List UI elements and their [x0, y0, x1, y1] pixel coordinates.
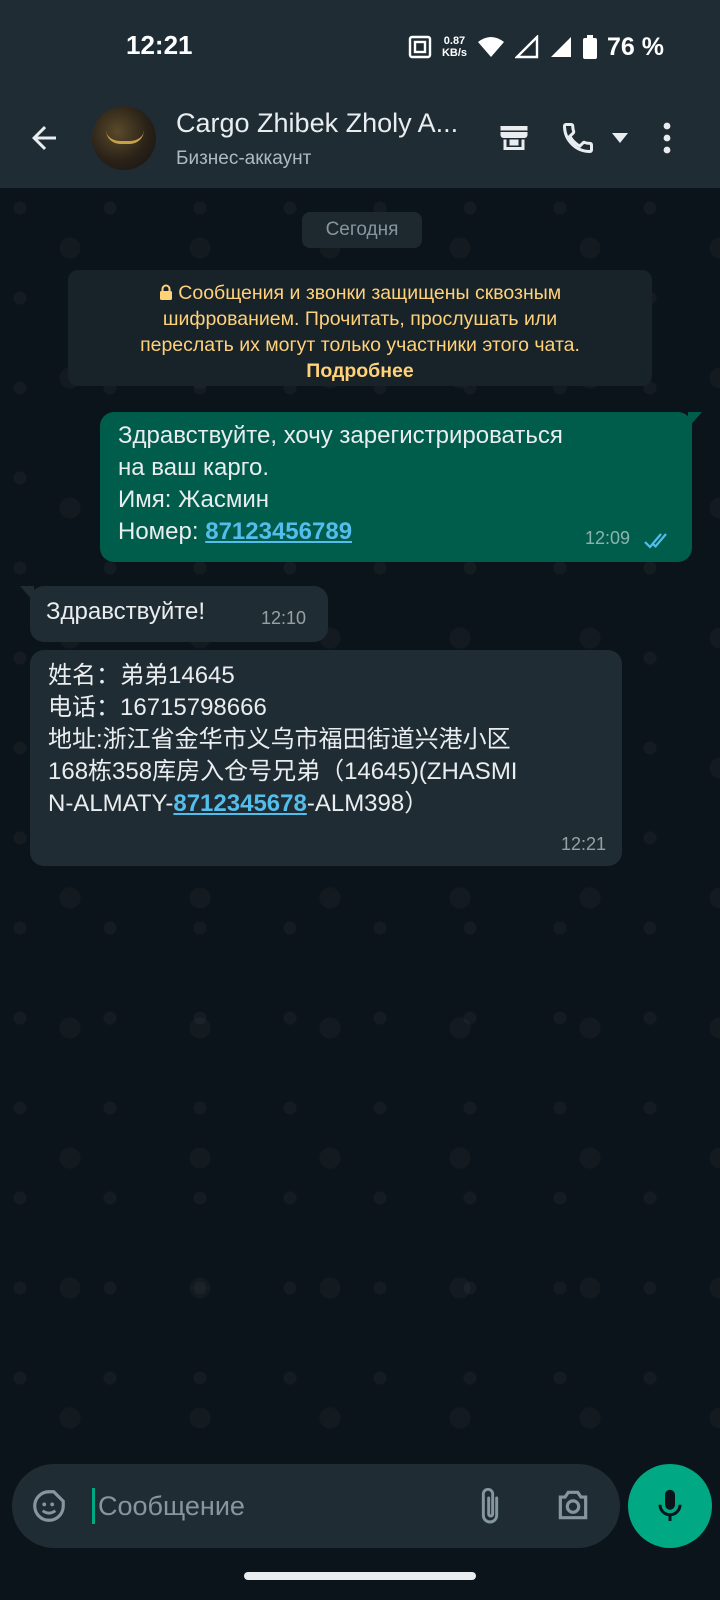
chat-area[interactable]: Сегодня Сообщения и звонки защищены скво… — [0, 188, 720, 1456]
message-text: Имя: Жасмин — [118, 486, 270, 513]
signal-icon-2 — [551, 37, 572, 57]
voice-message-button[interactable] — [628, 1464, 712, 1548]
message-text: 电话：16715798666 — [48, 694, 267, 721]
home-gesture-handle[interactable] — [244, 1572, 476, 1580]
attach-paperclip-icon[interactable] — [474, 1484, 506, 1528]
message-text: 168栋358库房入仓号兄弟（14645)(ZHASMI — [48, 758, 518, 785]
encryption-notice[interactable]: Сообщения и звонки защищены сквозным шиф… — [68, 270, 652, 386]
encryption-notice-line2: шифрованием. Прочитать, прослушать или — [162, 308, 558, 330]
mic-icon — [658, 1489, 682, 1521]
lock-icon — [159, 284, 172, 300]
camera-icon[interactable] — [554, 1486, 592, 1524]
net-speed-value: 0.87 — [443, 35, 466, 47]
contact-name[interactable]: Cargo Zhibek Zholy A... — [176, 108, 486, 139]
status-bar: 12:21 0.87 KB/s 76 % — [0, 0, 720, 92]
system-nav-bar — [0, 1556, 720, 1600]
read-receipt-icon — [644, 533, 667, 549]
sticker-emoji-icon[interactable] — [30, 1486, 68, 1526]
dropdown-caret-icon[interactable] — [610, 130, 630, 146]
net-speed: 0.87 KB/s — [442, 35, 467, 59]
message-input[interactable]: Сообщение — [98, 1488, 245, 1524]
message-text: Здравствуйте, хочу зарегистрироваться — [118, 422, 563, 449]
message-composer[interactable]: Сообщение — [12, 1464, 620, 1548]
message-bubble-incoming[interactable]: 姓名：弟弟14645 电话：16715798666 地址:浙江省金华市义乌市福田… — [30, 650, 622, 866]
screen-record-icon — [408, 35, 432, 59]
encryption-notice-line1: Сообщения и звонки защищены сквозным — [68, 280, 652, 306]
learn-more-link[interactable]: Подробнее — [68, 358, 652, 384]
chat-header: Cargo Zhibek Zholy A... Бизнес-аккаунт — [0, 92, 720, 188]
message-time: 12:21 — [560, 834, 606, 854]
phone-link[interactable]: 87123456789 — [205, 518, 352, 545]
status-indicators: 0.87 KB/s 76 % — [408, 30, 664, 64]
text-caret — [92, 1488, 95, 1524]
message-time: 12:10 — [260, 608, 306, 628]
bubble-tail — [20, 586, 34, 602]
battery-level: 76 % — [607, 32, 664, 61]
signal-icon — [515, 35, 539, 59]
back-arrow-icon[interactable] — [26, 120, 62, 156]
wifi-icon — [478, 37, 505, 57]
contact-subtitle[interactable]: Бизнес-аккаунт — [176, 148, 311, 170]
battery-icon — [583, 35, 598, 59]
net-speed-unit: KB/s — [441, 47, 468, 59]
message-text-phone: N-ALMATY-8712345678-ALM398） — [48, 788, 604, 820]
phone-link[interactable]: 8712345678 — [173, 790, 306, 817]
date-chip: Сегодня — [302, 212, 422, 248]
message-text: 地址:浙江省金华市义乌市福田街道兴港小区 — [48, 726, 511, 753]
message-time: 12:09 — [584, 528, 630, 548]
message-text: на ваш карго. — [118, 454, 269, 481]
message-bubble-incoming[interactable]: Здравствуйте! 12:10 — [20, 586, 328, 642]
avatar-logo — [106, 130, 144, 144]
phone-icon[interactable] — [560, 120, 596, 156]
message-bubble-outgoing[interactable]: Здравствуйте, хочу зарегистрироваться на… — [100, 412, 702, 562]
phone-label: Номер: — [118, 518, 206, 545]
storefront-icon[interactable] — [496, 120, 532, 156]
address-suffix: -ALM398） — [306, 790, 429, 817]
address-prefix: N-ALMATY- — [48, 790, 174, 817]
more-vert-icon[interactable] — [654, 120, 680, 156]
encryption-notice-text1: Сообщения и звонки защищены сквозным — [178, 282, 562, 304]
status-time: 12:21 — [126, 30, 193, 60]
bubble-tail — [688, 412, 702, 428]
encryption-notice-line3: переслать их могут только участники этог… — [140, 334, 580, 356]
message-text: 姓名：弟弟14645 — [48, 662, 235, 689]
avatar[interactable] — [92, 106, 156, 170]
